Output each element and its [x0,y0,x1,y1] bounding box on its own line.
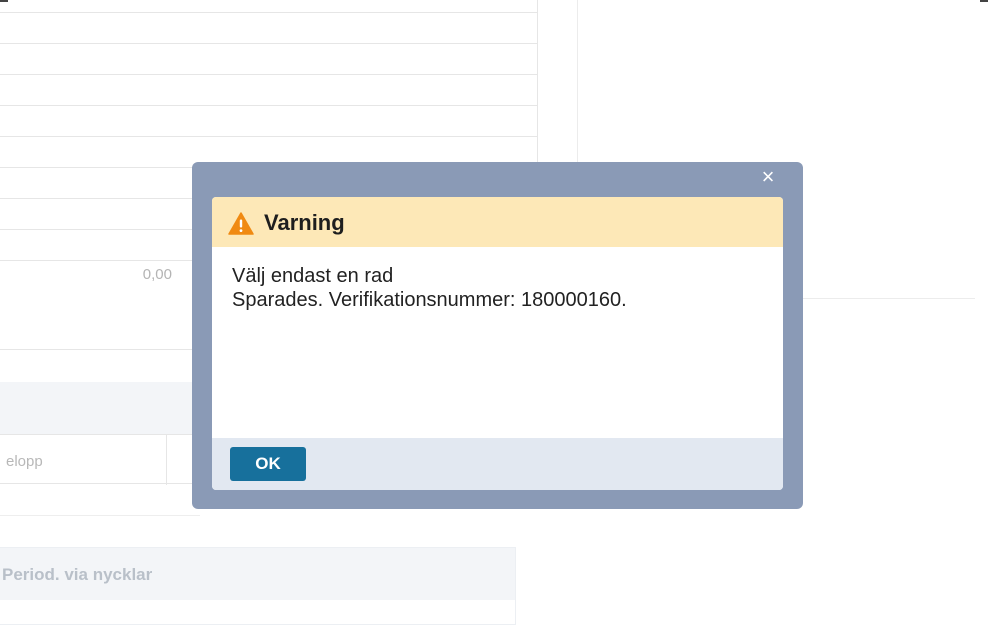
ok-button[interactable]: OK [230,447,306,481]
column-header-label: elopp [6,453,43,470]
grid-line [0,12,537,13]
message-line: Sparades. Verifikationsnummer: 180000160… [232,289,627,311]
top-right-mark [980,0,988,2]
grid-line [0,105,537,106]
grid-line [0,349,200,350]
grid-line [0,136,537,137]
close-icon[interactable]: × [759,166,777,188]
amount-row: 0,00 [0,262,190,288]
period-panel-header[interactable]: Period. via nycklar [0,548,515,600]
dialog-content: Varning Välj endast en rad Sparades. Ver… [212,197,783,490]
amount-value: 0,00 [142,266,172,283]
dialog-message: Välj endast en rad Sparades. Verifikatio… [232,264,763,312]
period-panel-label: Period. via nycklar [2,565,153,584]
message-line: Välj endast en rad [232,265,394,287]
column-divider [166,435,167,485]
warning-triangle-icon [228,212,254,235]
dialog-title: Varning [264,210,345,235]
grid-line [0,515,200,516]
dialog-footer: OK [212,438,783,490]
grid-line [0,74,537,75]
warning-dialog: × Varning Välj endast en rad Sparades. V… [192,162,803,509]
section-header [0,382,210,434]
period-panel: Period. via nycklar [0,547,516,625]
dialog-header: Varning [212,197,783,247]
table-column-header: elopp [0,434,200,485]
grid-line [0,43,537,44]
